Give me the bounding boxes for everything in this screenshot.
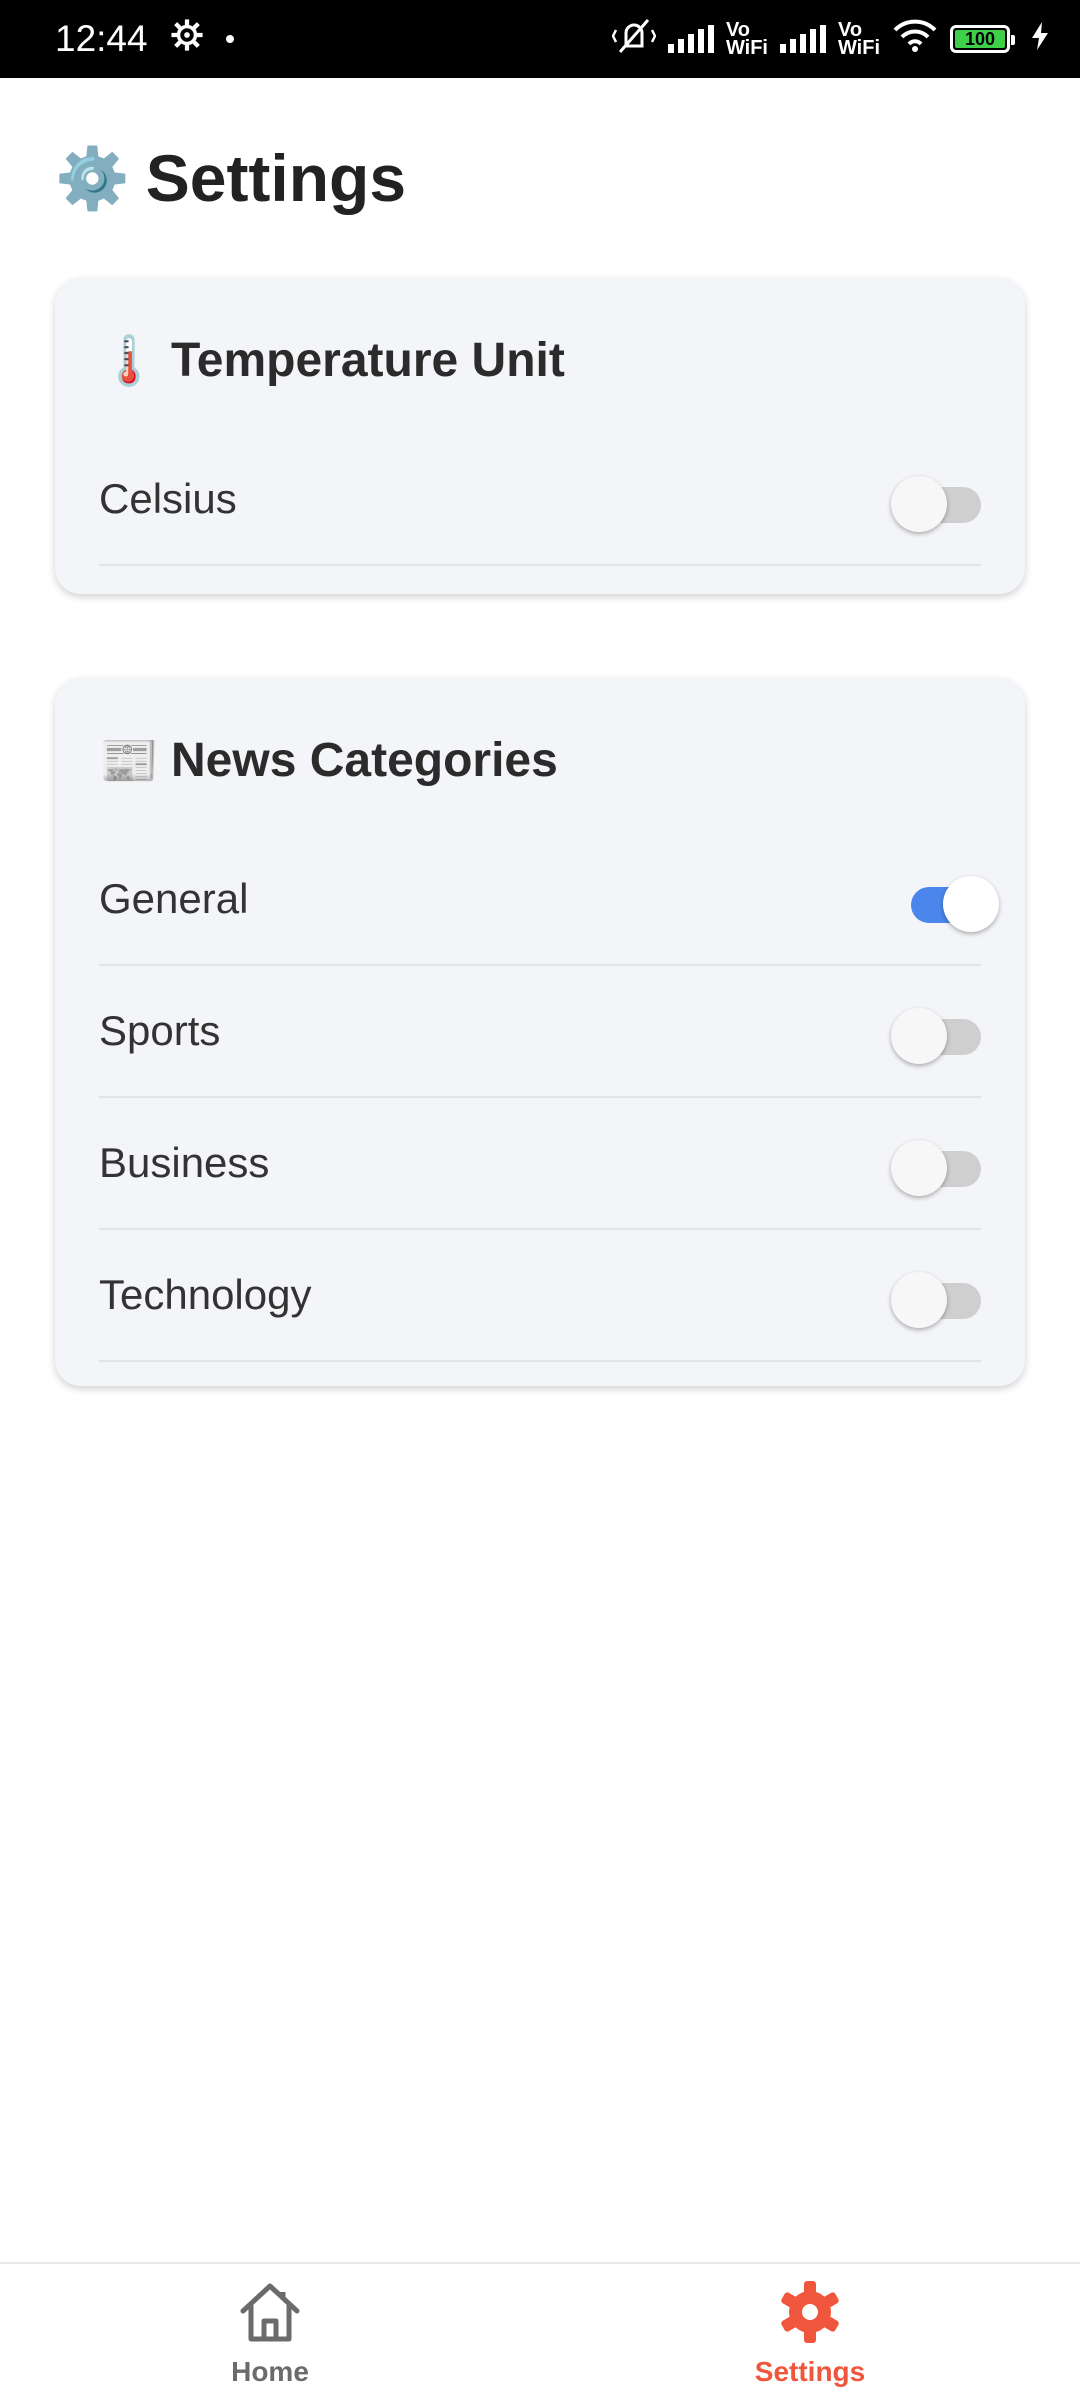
thermometer-icon: 🌡️ (99, 334, 159, 388)
nav-settings-tab[interactable]: Settings (540, 2264, 1080, 2402)
business-toggle[interactable] (891, 1133, 981, 1196)
vowifi-1-icon: Vo WiFi (725, 19, 768, 59)
signal-1-icon (667, 25, 714, 53)
setting-row-technology: Technology (99, 1230, 981, 1362)
notification-dot-icon (225, 35, 234, 43)
vowifi-2-icon: Vo WiFi (837, 19, 880, 59)
nav-home-tab[interactable]: Home (0, 2264, 540, 2402)
silent-vibrate-icon (611, 16, 657, 62)
wifi-icon (892, 19, 938, 59)
settings-status-icon (170, 18, 204, 61)
page-title: ⚙️ Settings (55, 140, 406, 216)
setting-row-sports: Sports (99, 966, 981, 1098)
technology-toggle[interactable] (891, 1265, 981, 1328)
status-bar-right: Vo WiFi Vo WiFi 100 (611, 16, 1050, 62)
celsius-toggle[interactable] (891, 469, 981, 532)
status-time: 12:44 (55, 18, 148, 59)
setting-row-celsius: Celsius (99, 434, 981, 566)
setting-label: Technology (99, 1271, 312, 1318)
nav-home-label: Home (231, 2355, 309, 2387)
card-title: News Categories (171, 733, 558, 787)
home-icon (235, 2279, 305, 2352)
setting-row-general: General (99, 834, 999, 966)
card-header: 📰 News Categories (99, 678, 981, 834)
signal-2-icon (779, 25, 826, 53)
page-title-text: Settings (145, 141, 407, 215)
setting-label: Business (99, 1139, 270, 1186)
charging-icon (1030, 21, 1050, 57)
card-header: 🌡️ Temperature Unit (99, 278, 981, 434)
status-bar-left: 12:44 (55, 18, 234, 61)
sports-toggle[interactable] (891, 1001, 981, 1064)
news-categories-card: 📰 News Categories General Sports Busines… (55, 678, 1025, 1386)
setting-label: General (99, 875, 249, 922)
nav-settings-label: Settings (754, 2355, 866, 2387)
card-title: Temperature Unit (171, 333, 565, 387)
newspaper-icon: 📰 (99, 734, 159, 788)
status-bar: 12:44 Vo WiFi Vo WiFi 100 (0, 0, 1080, 78)
setting-label: Celsius (99, 475, 237, 522)
bottom-navigation: Home Settings (0, 2262, 1080, 2402)
general-toggle[interactable] (891, 869, 999, 932)
setting-label: Sports (99, 1007, 221, 1054)
temperature-unit-card: 🌡️ Temperature Unit Celsius (55, 278, 1025, 594)
gear-icon: ⚙️ (55, 144, 130, 212)
battery-icon: 100 (950, 25, 1015, 53)
setting-row-business: Business (99, 1098, 981, 1230)
gear-icon (777, 2279, 843, 2352)
